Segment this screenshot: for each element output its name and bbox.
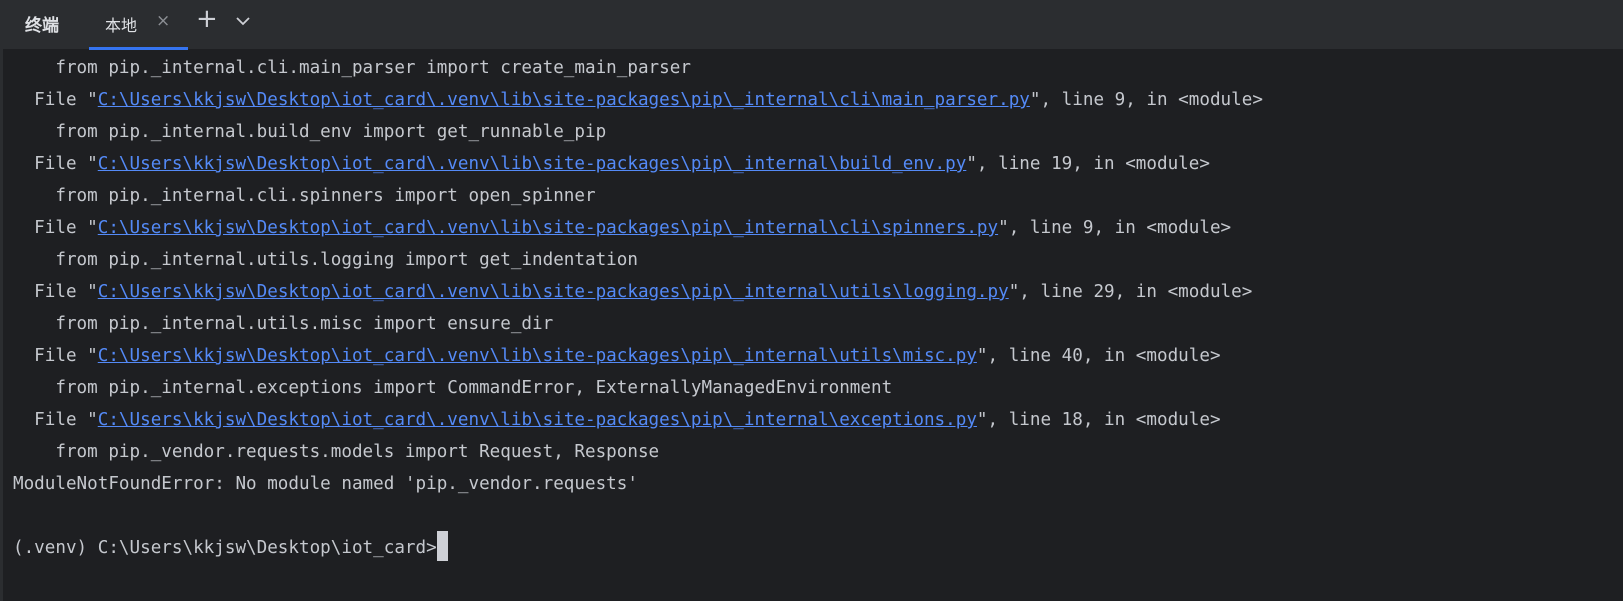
terminal-prompt: (.venv) C:\Users\kkjsw\Desktop\iot_card>: [13, 538, 437, 558]
file-path-link[interactable]: C:\Users\kkjsw\Desktop\iot_card\.venv\li…: [98, 282, 1009, 302]
terminal-header: 终端 本地 × +: [3, 0, 1623, 50]
terminal-text: File ": [13, 410, 98, 430]
close-icon[interactable]: ×: [156, 11, 170, 31]
file-path-link[interactable]: C:\Users\kkjsw\Desktop\iot_card\.venv\li…: [98, 346, 977, 366]
terminal-line: from pip._vendor.requests.models import …: [13, 436, 1623, 468]
terminal-line: ModuleNotFoundError: No module named 'pi…: [13, 468, 1623, 500]
tool-window-title: 终端: [25, 16, 59, 36]
terminal-line: from pip._internal.utils.logging import …: [13, 244, 1623, 276]
terminal-line: from pip._internal.utils.misc import ens…: [13, 308, 1623, 340]
terminal-text: ", line 19, in <module>: [966, 154, 1210, 174]
terminal-text: from pip._internal.cli.spinners import o…: [13, 186, 596, 206]
terminal-text: from pip._internal.cli.main_parser impor…: [13, 58, 691, 78]
terminal-line: File "C:\Users\kkjsw\Desktop\iot_card\.v…: [13, 84, 1623, 116]
file-path-link[interactable]: C:\Users\kkjsw\Desktop\iot_card\.venv\li…: [98, 154, 967, 174]
terminal-text: File ": [13, 346, 98, 366]
terminal-text: from pip._internal.build_env import get_…: [13, 122, 607, 142]
terminal-text: File ": [13, 154, 98, 174]
terminal-text: from pip._vendor.requests.models import …: [13, 442, 660, 462]
terminal-line: from pip._internal.cli.spinners import o…: [13, 180, 1623, 212]
tab-local[interactable]: 本地 ×: [89, 0, 188, 50]
terminal-text: ", line 18, in <module>: [976, 410, 1221, 430]
terminal-text: from pip._internal.utils.logging import …: [13, 250, 638, 270]
file-path-link[interactable]: C:\Users\kkjsw\Desktop\iot_card\.venv\li…: [98, 90, 1030, 110]
chevron-down-icon[interactable]: [235, 13, 251, 29]
terminal-output[interactable]: from pip._internal.cli.main_parser impor…: [13, 52, 1623, 564]
terminal-line: from pip._internal.exceptions import Com…: [13, 372, 1623, 404]
terminal-text: ", line 9, in <module>: [1029, 90, 1263, 110]
terminal-text: from pip._internal.utils.misc import ens…: [13, 314, 554, 334]
file-path-link[interactable]: C:\Users\kkjsw\Desktop\iot_card\.venv\li…: [98, 410, 977, 430]
terminal-text: from pip._internal.exceptions import Com…: [13, 378, 893, 398]
terminal-text: File ": [13, 218, 98, 238]
active-tab-indicator: [89, 47, 188, 50]
terminal-text: ", line 29, in <module>: [1008, 282, 1253, 302]
terminal-text: File ": [13, 282, 98, 302]
terminal-line: from pip._internal.build_env import get_…: [13, 116, 1623, 148]
terminal-tool-window: 终端 本地 × + from pip._internal.cli.main_pa…: [0, 0, 1623, 601]
tab-label[interactable]: 本地: [105, 12, 137, 36]
terminal-line: File "C:\Users\kkjsw\Desktop\iot_card\.v…: [13, 340, 1623, 372]
terminal-line: from pip._internal.cli.main_parser impor…: [13, 52, 1623, 84]
terminal-cursor: [436, 531, 448, 561]
terminal-line: File "C:\Users\kkjsw\Desktop\iot_card\.v…: [13, 276, 1623, 308]
terminal-prompt-line[interactable]: (.venv) C:\Users\kkjsw\Desktop\iot_card>: [13, 531, 1623, 564]
file-path-link[interactable]: C:\Users\kkjsw\Desktop\iot_card\.venv\li…: [98, 218, 998, 238]
terminal-line: File "C:\Users\kkjsw\Desktop\iot_card\.v…: [13, 404, 1623, 436]
terminal-text: ", line 9, in <module>: [998, 218, 1232, 238]
chevron-down-icon-graphic: [236, 17, 250, 26]
add-tab-button[interactable]: +: [196, 6, 218, 32]
terminal-text: ", line 40, in <module>: [976, 346, 1221, 366]
terminal-lines: from pip._internal.cli.main_parser impor…: [13, 52, 1623, 532]
terminal-text: File ": [13, 90, 98, 110]
terminal-line: File "C:\Users\kkjsw\Desktop\iot_card\.v…: [13, 212, 1623, 244]
terminal-text: ModuleNotFoundError: No module named 'pi…: [13, 474, 638, 494]
terminal-line: File "C:\Users\kkjsw\Desktop\iot_card\.v…: [13, 148, 1623, 180]
